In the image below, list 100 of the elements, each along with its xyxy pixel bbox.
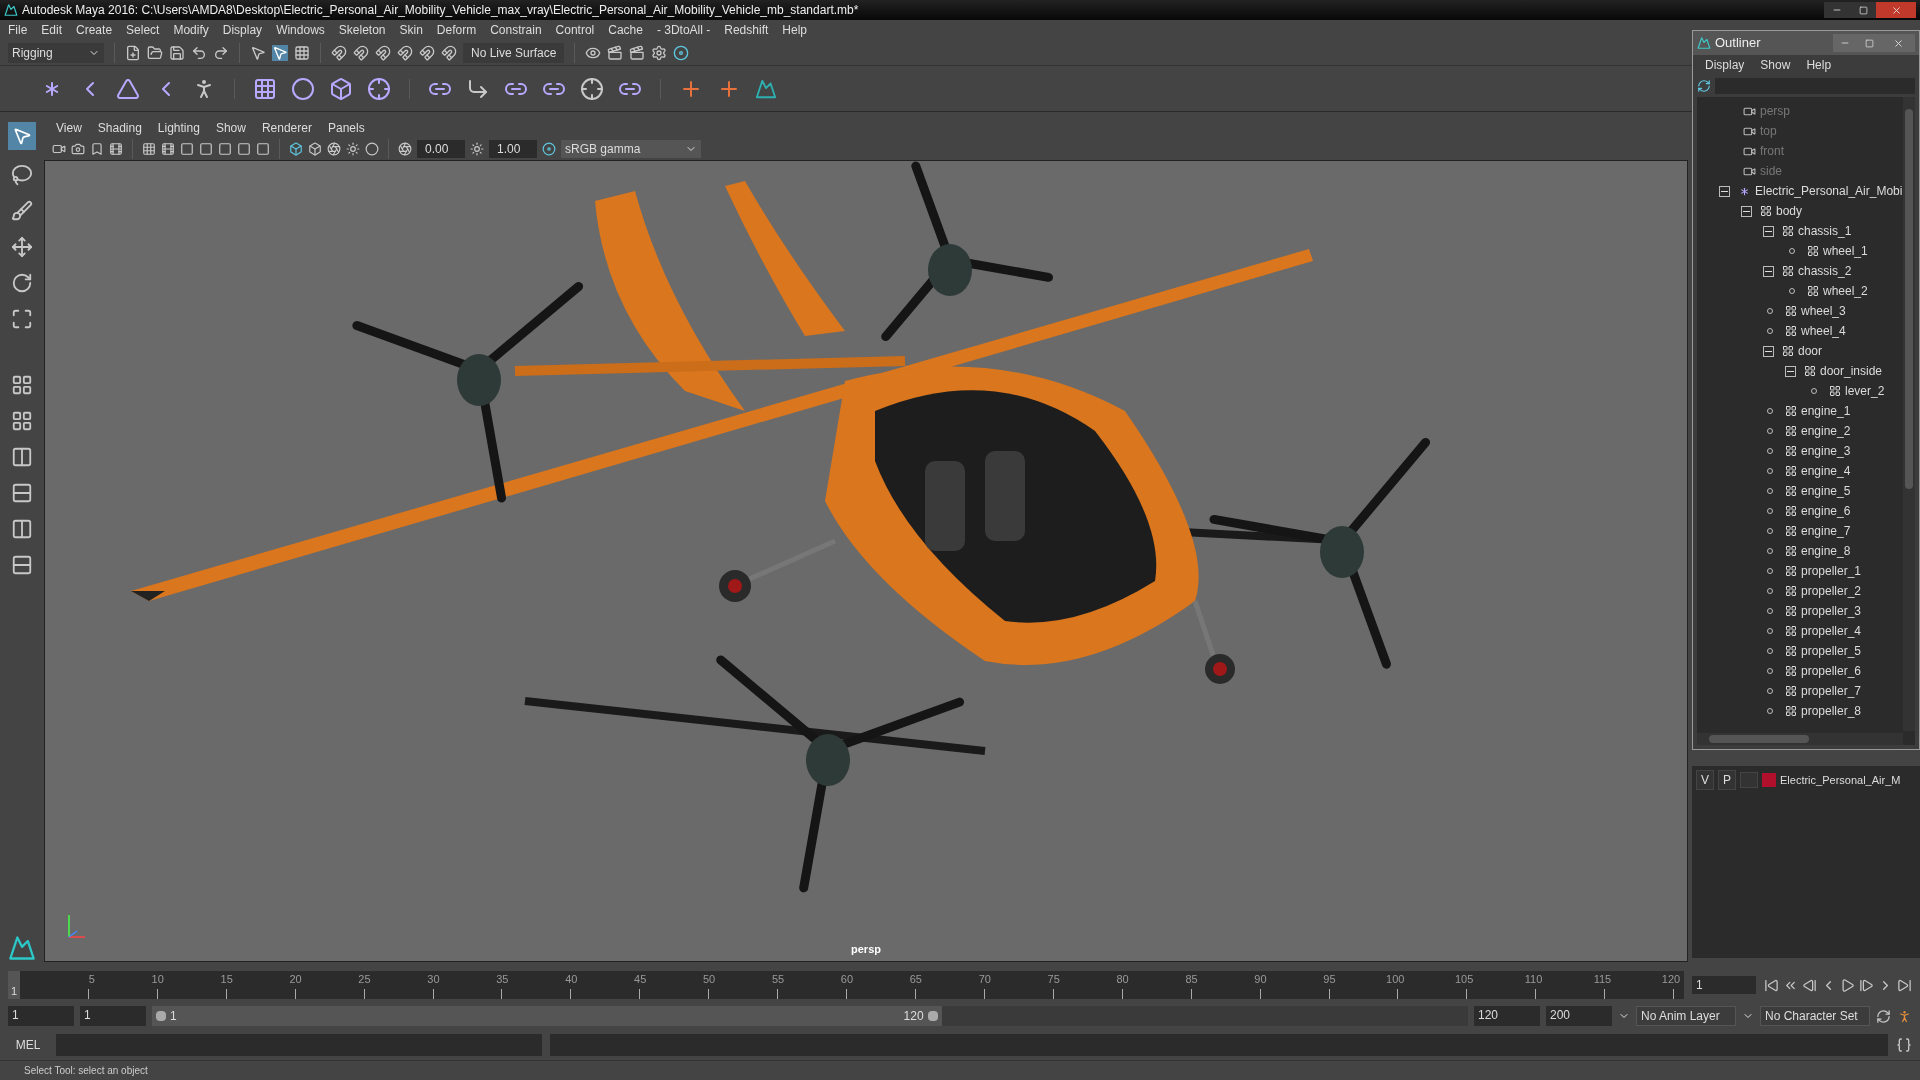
collapse-icon[interactable] [1763, 265, 1774, 277]
outliner-item[interactable]: engine_6 [1801, 502, 1851, 520]
outliner-item[interactable]: engine_2 [1801, 422, 1851, 440]
brush-icon[interactable] [11, 200, 33, 222]
collapse-icon[interactable] [1741, 205, 1752, 217]
magnet-icon[interactable] [397, 44, 413, 61]
playback-control-icon[interactable] [1859, 977, 1874, 993]
outliner-item[interactable]: propeller_2 [1801, 582, 1862, 600]
outliner-item[interactable]: chassis_1 [1798, 222, 1852, 240]
viewport[interactable]: persp [44, 160, 1688, 962]
pointer-icon[interactable] [250, 44, 266, 61]
magnet-icon[interactable] [375, 44, 391, 61]
menu-item[interactable]: - 3DtoAll - [656, 21, 711, 39]
minimize-button[interactable] [1824, 2, 1850, 18]
view-option-icon[interactable] [180, 142, 194, 156]
command-language-label[interactable]: MEL [8, 1036, 48, 1054]
outliner-item[interactable]: door [1798, 342, 1823, 360]
outliner-item[interactable]: wheel_2 [1823, 282, 1868, 300]
lasso-icon[interactable] [11, 164, 33, 186]
crosshair-icon[interactable] [580, 76, 604, 101]
logo-icon[interactable] [8, 934, 36, 962]
outliner-item[interactable]: propeller_3 [1801, 602, 1862, 620]
start-frame-field[interactable]: 1 [8, 1006, 74, 1026]
menu-item[interactable]: Show [1760, 56, 1791, 74]
outliner-item[interactable]: propeller_4 [1801, 622, 1862, 640]
aperture-icon[interactable] [327, 142, 341, 156]
outliner-item[interactable]: wheel_4 [1801, 322, 1846, 340]
color-space-dropdown[interactable]: sRGB gamma [561, 140, 701, 158]
panel-menu-item[interactable]: Lighting [157, 119, 200, 137]
circle-icon[interactable] [365, 142, 379, 156]
playback-control-icon[interactable] [1897, 977, 1912, 993]
outliner-item[interactable]: chassis_2 [1798, 262, 1852, 280]
view-option-icon[interactable] [142, 142, 156, 156]
character-set-dropdown[interactable]: No Character Set [1760, 1006, 1870, 1026]
columns-icon[interactable] [11, 446, 33, 468]
refresh-icon[interactable] [1876, 1008, 1891, 1024]
menu-item[interactable]: Cache [608, 21, 643, 39]
menu-item[interactable]: Windows [276, 21, 325, 39]
anim-layer-dropdown[interactable]: No Anim Layer [1636, 1006, 1736, 1026]
triangle-icon[interactable] [116, 76, 140, 101]
disc-icon[interactable] [673, 44, 690, 61]
visibility-toggle[interactable]: V [1696, 770, 1714, 790]
filter-icon[interactable] [1697, 79, 1711, 93]
playback-end-field[interactable]: 120 [1474, 1006, 1540, 1026]
outliner-item[interactable]: door_inside [1820, 362, 1883, 380]
move-icon[interactable] [11, 236, 33, 258]
columns-icon[interactable] [11, 518, 33, 540]
layer-name[interactable]: Electric_Personal_Air_M [1780, 771, 1901, 789]
panel-menu-item[interactable]: Panels [327, 119, 365, 137]
playback-start-field[interactable]: 1 [80, 1006, 146, 1026]
outliner-item[interactable]: body [1776, 202, 1803, 220]
playback-control-icon[interactable] [1764, 977, 1779, 993]
mode-dropdown[interactable]: Rigging [8, 42, 104, 63]
camera-icon[interactable] [52, 142, 66, 156]
playback-control-icon[interactable] [1802, 977, 1817, 993]
grid-icon[interactable] [294, 44, 310, 61]
undo-icon[interactable] [191, 44, 207, 61]
magnet-icon[interactable] [419, 44, 435, 61]
menu-item[interactable]: Deform [436, 21, 477, 39]
range-slider-track[interactable]: 1 120 [152, 1006, 1468, 1026]
panel-menu-item[interactable]: Show [215, 119, 246, 137]
clapperboard-icon[interactable] [629, 44, 646, 61]
crosshair-icon[interactable] [367, 76, 391, 101]
outliner-item[interactable]: propeller_1 [1801, 562, 1862, 580]
menu-item[interactable]: Help [1806, 56, 1832, 74]
current-frame-field[interactable]: 1 [1692, 976, 1756, 994]
view-option-icon[interactable] [199, 142, 213, 156]
vertical-scrollbar[interactable] [1903, 97, 1915, 731]
collapse-icon[interactable] [1763, 345, 1774, 357]
end-frame-field[interactable]: 200 [1546, 1006, 1612, 1026]
save-icon[interactable] [169, 44, 185, 61]
exposure-field[interactable]: 0.00 [417, 140, 465, 158]
panel-menu-item[interactable]: Renderer [261, 119, 312, 137]
outliner-item[interactable]: propeller_7 [1801, 682, 1862, 700]
settings-icon[interactable] [651, 44, 668, 61]
sun-icon[interactable] [470, 142, 484, 156]
outliner-item[interactable]: engine_7 [1801, 522, 1851, 540]
playback-toggle[interactable]: P [1718, 770, 1736, 790]
magnet-icon[interactable] [331, 44, 347, 61]
sun-icon[interactable] [346, 142, 360, 156]
empty-toggle[interactable] [1740, 772, 1758, 788]
redo-icon[interactable] [213, 44, 229, 61]
menu-item[interactable]: Skeleton [338, 21, 386, 39]
time-ruler[interactable]: 1 5 10 15 20 25 30 35 40 45 50 55 60 65 70 75 80 85 90 95 100 105 110 115 120 [8, 971, 1684, 999]
cube-icon[interactable] [289, 142, 303, 156]
logo-icon[interactable] [755, 77, 777, 100]
menu-item[interactable]: Display [1705, 56, 1745, 74]
running-person-icon[interactable] [1897, 1008, 1912, 1024]
collapse-icon[interactable] [1719, 185, 1730, 197]
outliner-item[interactable]: propeller_6 [1801, 662, 1862, 680]
outliner-item[interactable]: engine_4 [1801, 462, 1851, 480]
circle-icon[interactable] [291, 76, 315, 101]
view-option-icon[interactable] [237, 142, 251, 156]
menu-item[interactable]: Skin [399, 21, 423, 39]
range-handle[interactable] [927, 1011, 938, 1021]
outliner-item[interactable]: lever_2 [1845, 382, 1885, 400]
outliner-item[interactable]: propeller_5 [1801, 642, 1862, 660]
menu-item[interactable]: Display [222, 21, 263, 39]
view-option-icon[interactable] [218, 142, 232, 156]
outliner-item[interactable]: engine_5 [1801, 482, 1851, 500]
